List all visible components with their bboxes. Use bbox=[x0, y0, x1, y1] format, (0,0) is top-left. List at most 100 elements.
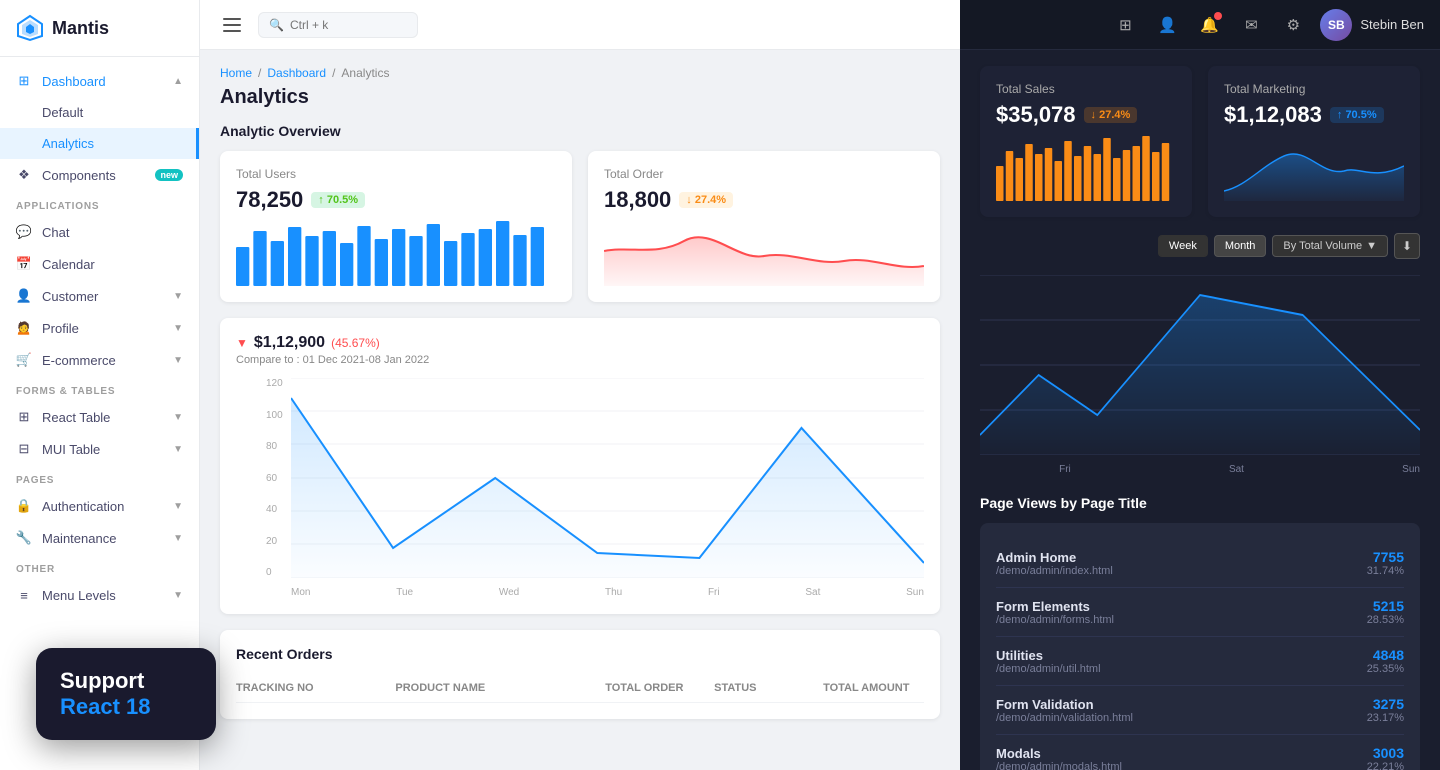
dark-bell-icon[interactable]: 🔔 bbox=[1194, 10, 1224, 40]
breadcrumb-dashboard[interactable]: Dashboard bbox=[267, 66, 326, 80]
customer-icon: 👤 bbox=[16, 288, 32, 304]
week-button[interactable]: Week bbox=[1158, 235, 1208, 257]
support-popup[interactable]: Support React 18 bbox=[36, 648, 216, 740]
sidebar-item-mui-table[interactable]: ⊟ MUI Table ▼ bbox=[0, 433, 199, 465]
sidebar-item-react-table[interactable]: ⊞ React Table ▼ bbox=[0, 401, 199, 433]
page-content-light: Home / Dashboard / Analytics Analytics A… bbox=[200, 50, 960, 735]
sidebar-item-authentication[interactable]: 🔒 Authentication ▼ bbox=[0, 490, 199, 522]
stat-label-users: Total Users bbox=[236, 167, 556, 181]
topbar: 🔍 bbox=[200, 0, 960, 50]
avatar-circle: SB bbox=[1320, 9, 1352, 41]
sidebar-item-chat[interactable]: 💬 Chat bbox=[0, 216, 199, 248]
income-info: ▼ $1,12,900 (45.67%) Compare to : 01 Dec… bbox=[236, 334, 429, 366]
chevron-down-icon-7: ▼ bbox=[173, 533, 183, 544]
sidebar-item-components[interactable]: ❖ Components new bbox=[0, 159, 199, 191]
col-total-order: TOTAL ORDER bbox=[605, 682, 706, 694]
recent-orders-card: Recent Orders TRACKING NO PRODUCT NAME T… bbox=[220, 630, 940, 719]
stat-badge-users: ↑ 70.5% bbox=[311, 192, 365, 208]
sidebar-item-analytics[interactable]: Analytics bbox=[0, 128, 199, 159]
income-controls: Week Month By Total Volume ▼ ⬇ bbox=[980, 233, 1420, 259]
dark-content: Total Sales $35,078 ↓ 27.4% bbox=[960, 50, 1440, 770]
dark-x-axis: FriSatSun bbox=[980, 460, 1420, 475]
menu-toggle-button[interactable] bbox=[216, 9, 248, 41]
dark-user-icon[interactable]: 👤 bbox=[1152, 10, 1182, 40]
dark-stats-section: Total Sales $35,078 ↓ 27.4% bbox=[980, 66, 1420, 217]
search-input[interactable] bbox=[290, 18, 390, 32]
dark-stats-row: Total Sales $35,078 ↓ 27.4% bbox=[980, 66, 1420, 217]
pv-item-stats-2: 5215 28.53% bbox=[1367, 598, 1404, 626]
dark-settings-icon[interactable]: ⚙ bbox=[1278, 10, 1308, 40]
analytic-overview-title: Analytic Overview bbox=[220, 123, 940, 139]
stat-badge-orders: ↓ 27.4% bbox=[679, 192, 733, 208]
pv-item-4: Form Validation /demo/admin/validation.h… bbox=[996, 686, 1404, 735]
marketing-area-chart bbox=[1224, 136, 1404, 201]
pv-item-stats-5: 3003 22.21% bbox=[1367, 745, 1404, 770]
search-icon: 🔍 bbox=[269, 18, 284, 32]
sidebar-item-calendar[interactable]: 📅 Calendar bbox=[0, 248, 199, 280]
dark-mail-icon[interactable]: ✉ bbox=[1236, 10, 1266, 40]
chat-icon: 💬 bbox=[16, 224, 32, 240]
dark-income-chart: FriSatSun bbox=[980, 275, 1420, 475]
sidebar-item-customer[interactable]: 👤 Customer ▼ bbox=[0, 280, 199, 312]
user-avatar[interactable]: SB Stebin Ben bbox=[1320, 9, 1424, 41]
chevron-down-icon: ▼ bbox=[173, 291, 183, 302]
react-table-icon: ⊞ bbox=[16, 409, 32, 425]
dropdown-chevron-icon: ▼ bbox=[1366, 240, 1377, 252]
pv-item-info-3: Utilities /demo/admin/util.html bbox=[996, 648, 1101, 675]
chevron-up-icon: ▲ bbox=[173, 76, 183, 87]
pv-item-1: Admin Home /demo/admin/index.html 7755 3… bbox=[996, 539, 1404, 588]
chevron-down-icon-3: ▼ bbox=[173, 355, 183, 366]
sales-bar-chart bbox=[996, 136, 1176, 201]
auth-icon: 🔒 bbox=[16, 498, 32, 514]
stat-card-users: Total Users 78,250 ↑ 70.5% bbox=[220, 151, 572, 302]
breadcrumb-current: Analytics bbox=[341, 66, 389, 80]
sidebar-item-ecommerce[interactable]: 🛒 E-commerce ▼ bbox=[0, 344, 199, 376]
chevron-down-icon-5: ▼ bbox=[173, 444, 183, 455]
profile-icon: 🙍 bbox=[16, 320, 32, 336]
stat-label-orders: Total Order bbox=[604, 167, 924, 181]
main-area: 🔍 Home / Dashboard / Analytics Analytics… bbox=[200, 0, 1440, 770]
pv-item-2: Form Elements /demo/admin/forms.html 521… bbox=[996, 588, 1404, 637]
dark-apps-icon[interactable]: ⊞ bbox=[1110, 10, 1140, 40]
income-line-svg bbox=[291, 378, 924, 578]
search-box[interactable]: 🔍 bbox=[258, 12, 418, 38]
pv-item-5: Modals /demo/admin/modals.html 3003 22.2… bbox=[996, 735, 1404, 770]
stat-badge-sales: ↓ 27.4% bbox=[1084, 107, 1138, 123]
sidebar-item-dashboard[interactable]: ⊞ Dashboard ▲ bbox=[0, 65, 199, 97]
light-panel: 🔍 Home / Dashboard / Analytics Analytics… bbox=[200, 0, 960, 770]
ecommerce-icon: 🛒 bbox=[16, 352, 32, 368]
breadcrumb-home[interactable]: Home bbox=[220, 66, 252, 80]
pv-item-info-4: Form Validation /demo/admin/validation.h… bbox=[996, 697, 1133, 724]
chevron-down-icon-4: ▼ bbox=[173, 412, 183, 423]
income-percent: (45.67%) bbox=[331, 336, 380, 350]
users-bar-chart bbox=[236, 221, 556, 286]
mui-table-icon: ⊟ bbox=[16, 441, 32, 457]
x-axis: MonTueWedThuFriSatSun bbox=[291, 583, 924, 598]
stat-card-orders: Total Order 18,800 ↓ 27.4% bbox=[588, 151, 940, 302]
sidebar-logo[interactable]: Mantis bbox=[0, 0, 199, 57]
sidebar-item-menu-levels[interactable]: ≡ Menu Levels ▼ bbox=[0, 579, 199, 611]
download-button[interactable]: ⬇ bbox=[1394, 233, 1420, 259]
volume-dropdown[interactable]: By Total Volume ▼ bbox=[1272, 235, 1388, 257]
stat-label-marketing: Total Marketing bbox=[1224, 82, 1404, 96]
income-value-row: ▼ $1,12,900 (45.67%) bbox=[236, 334, 429, 352]
recent-orders-title: Recent Orders bbox=[236, 646, 924, 662]
stat-badge-marketing: ↑ 70.5% bbox=[1330, 107, 1384, 123]
sidebar-item-default[interactable]: Default bbox=[0, 97, 199, 128]
calendar-icon: 📅 bbox=[16, 256, 32, 272]
components-icon: ❖ bbox=[16, 167, 32, 183]
pv-item-3: Utilities /demo/admin/util.html 4848 25.… bbox=[996, 637, 1404, 686]
income-compare: Compare to : 01 Dec 2021-08 Jan 2022 bbox=[236, 354, 429, 366]
sidebar-item-profile[interactable]: 🙍 Profile ▼ bbox=[0, 312, 199, 344]
topbar-left: 🔍 bbox=[216, 9, 944, 41]
sidebar-item-maintenance[interactable]: 🔧 Maintenance ▼ bbox=[0, 522, 199, 554]
support-popup-line2: React 18 bbox=[60, 694, 192, 720]
income-value: $1,12,900 bbox=[254, 334, 325, 352]
dark-topbar: ⊞ 👤 🔔 ✉ ⚙ SB Stebin Ben bbox=[960, 0, 1440, 50]
pv-item-stats-3: 4848 25.35% bbox=[1367, 647, 1404, 675]
col-tracking: TRACKING NO bbox=[236, 682, 387, 694]
dark-panel: ⊞ 👤 🔔 ✉ ⚙ SB Stebin Ben bbox=[960, 0, 1440, 770]
month-button[interactable]: Month bbox=[1214, 235, 1267, 257]
app-title: Mantis bbox=[52, 18, 109, 39]
user-name: Stebin Ben bbox=[1360, 17, 1424, 32]
